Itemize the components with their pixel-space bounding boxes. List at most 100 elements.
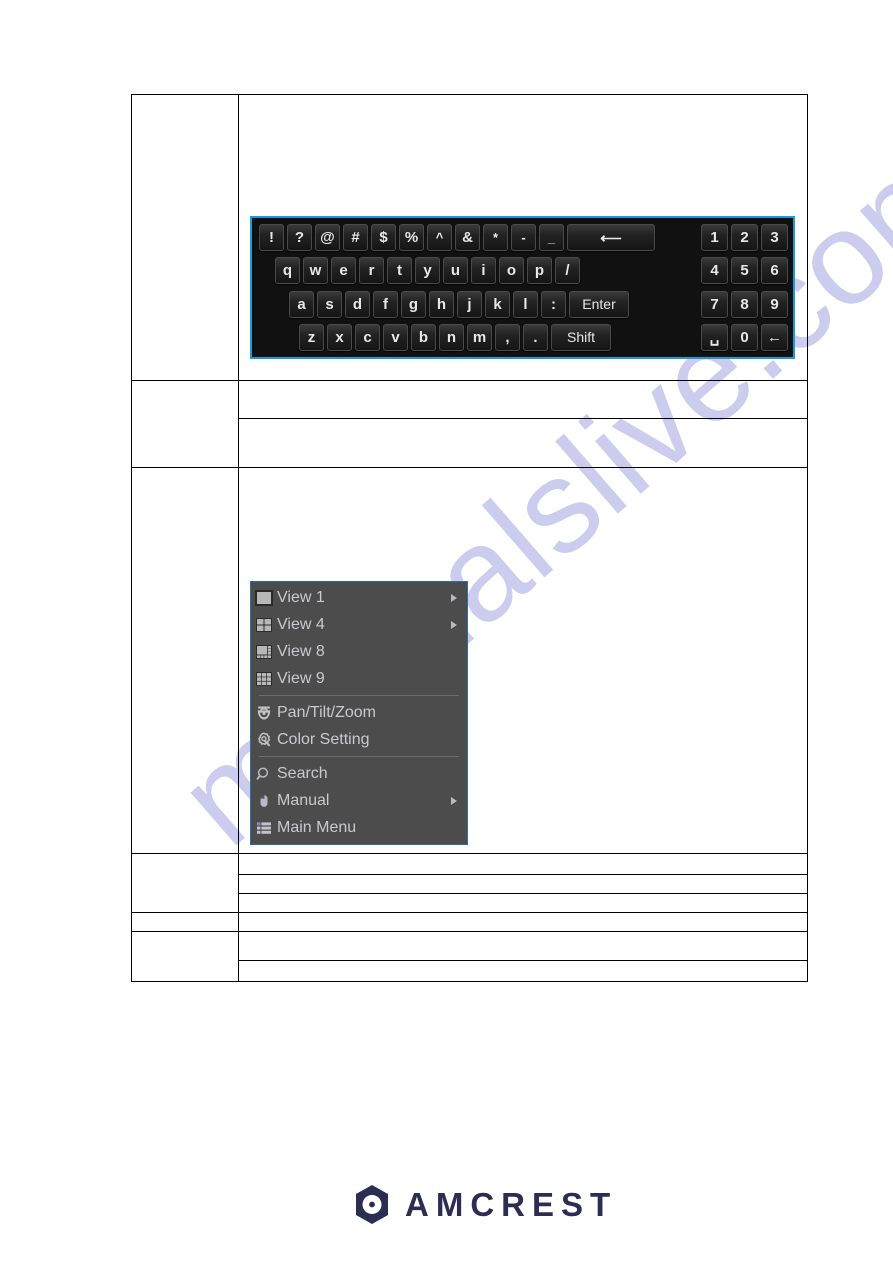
- key-num-0[interactable]: 0: [731, 323, 758, 351]
- key-l[interactable]: l: [513, 290, 538, 318]
- key-shift[interactable]: Shift: [551, 323, 611, 351]
- key-num-2[interactable]: 2: [731, 224, 758, 251]
- menu-item-label: View 9: [277, 669, 325, 687]
- menu-item-view-4[interactable]: View 4: [251, 611, 467, 638]
- cell-text: [239, 875, 807, 881]
- cell-text: [239, 854, 807, 860]
- key-q[interactable]: q: [275, 257, 300, 285]
- numpad-row-1: 1 2 3: [701, 224, 788, 251]
- key-c[interactable]: c: [355, 323, 380, 351]
- key-j[interactable]: j: [457, 290, 482, 318]
- key-question[interactable]: ?: [287, 224, 312, 251]
- key-num-1[interactable]: 1: [701, 224, 728, 251]
- key-num-6[interactable]: 6: [761, 257, 788, 285]
- key-underscore[interactable]: _: [539, 224, 564, 251]
- key-num-3[interactable]: 3: [761, 224, 788, 251]
- nvr-context-menu[interactable]: View 1 View 4 View 8 View 9 Pan/Tilt/Zoo…: [250, 581, 468, 845]
- cell-text: [239, 961, 807, 967]
- table-cell-left: [131, 380, 239, 468]
- key-e[interactable]: e: [331, 257, 356, 285]
- key-d[interactable]: d: [345, 290, 370, 318]
- table-cell-right: ! ? @ # $ % ^ & * - _ ⟵ q w e r t y u i …: [238, 94, 808, 381]
- menu-item-label: View 4: [277, 615, 325, 633]
- key-t[interactable]: t: [387, 257, 412, 285]
- table-row: [131, 380, 808, 468]
- table-row: [131, 912, 808, 932]
- footer-logo: AMCREST: [352, 1183, 617, 1226]
- table-cell-right: [238, 853, 808, 875]
- key-i[interactable]: i: [471, 257, 496, 285]
- menu-item-label: Manual: [277, 791, 330, 809]
- key-numpad-backspace[interactable]: ←: [761, 323, 788, 351]
- key-at[interactable]: @: [315, 224, 340, 251]
- menu-item-main-menu[interactable]: Main Menu: [251, 814, 467, 841]
- menu-item-pan-tilt-zoom[interactable]: Pan/Tilt/Zoom: [251, 699, 467, 726]
- view1-icon: [255, 589, 273, 606]
- key-exclamation[interactable]: !: [259, 224, 284, 251]
- key-space[interactable]: ␣: [701, 323, 728, 351]
- key-k[interactable]: k: [485, 290, 510, 318]
- keyboard-main-block: ! ? @ # $ % ^ & * - _ ⟵ q w e r t y u i …: [257, 224, 693, 351]
- key-percent[interactable]: %: [399, 224, 424, 251]
- key-r[interactable]: r: [359, 257, 384, 285]
- key-num-9[interactable]: 9: [761, 290, 788, 318]
- key-hyphen[interactable]: -: [511, 224, 536, 251]
- menu-item-view-9[interactable]: View 9: [251, 665, 467, 692]
- key-h[interactable]: h: [429, 290, 454, 318]
- key-ampersand[interactable]: &: [455, 224, 480, 251]
- table-cell-left: [131, 853, 239, 913]
- key-g[interactable]: g: [401, 290, 426, 318]
- menu-item-manual[interactable]: Manual: [251, 787, 467, 814]
- menu-divider: [259, 756, 459, 757]
- key-period[interactable]: .: [523, 323, 548, 351]
- key-num-4[interactable]: 4: [701, 257, 728, 285]
- table-row: View 1 View 4 View 8 View 9 Pan/Tilt/Zoo…: [131, 467, 808, 854]
- menu-item-view-1[interactable]: View 1: [251, 584, 467, 611]
- menu-item-view-8[interactable]: View 8: [251, 638, 467, 665]
- numpad-row-2: 4 5 6: [701, 257, 788, 285]
- key-x[interactable]: x: [327, 323, 352, 351]
- key-a[interactable]: a: [289, 290, 314, 318]
- cell-text: [132, 854, 238, 860]
- key-slash[interactable]: /: [555, 257, 580, 285]
- key-y[interactable]: y: [415, 257, 440, 285]
- cell-text: [239, 381, 807, 387]
- key-o[interactable]: o: [499, 257, 524, 285]
- key-caret[interactable]: ^: [427, 224, 452, 251]
- key-u[interactable]: u: [443, 257, 468, 285]
- manual-table: ! ? @ # $ % ^ & * - _ ⟵ q w e r t y u i …: [131, 94, 808, 982]
- cell-text: [239, 894, 807, 900]
- table-cell-right: View 1 View 4 View 8 View 9 Pan/Tilt/Zoo…: [238, 467, 808, 854]
- key-num-8[interactable]: 8: [731, 290, 758, 318]
- menu-divider: [259, 695, 459, 696]
- chevron-right-icon: [451, 620, 457, 629]
- key-asterisk[interactable]: *: [483, 224, 508, 251]
- key-z[interactable]: z: [299, 323, 324, 351]
- key-w[interactable]: w: [303, 257, 328, 285]
- key-m[interactable]: m: [467, 323, 492, 351]
- key-enter[interactable]: Enter: [569, 290, 629, 318]
- key-p[interactable]: p: [527, 257, 552, 285]
- menu-item-label: Main Menu: [277, 818, 357, 836]
- table-row: [131, 853, 808, 913]
- key-n[interactable]: n: [439, 323, 464, 351]
- cell-text: [239, 913, 807, 919]
- key-f[interactable]: f: [373, 290, 398, 318]
- table-cell-left: [131, 912, 239, 932]
- menu-item-color-setting[interactable]: Color Setting: [251, 726, 467, 753]
- key-comma[interactable]: ,: [495, 323, 520, 351]
- chevron-right-icon: [451, 593, 457, 602]
- key-num-5[interactable]: 5: [731, 257, 758, 285]
- key-b[interactable]: b: [411, 323, 436, 351]
- key-colon[interactable]: :: [541, 290, 566, 318]
- view4-icon: [255, 617, 273, 633]
- key-num-7[interactable]: 7: [701, 290, 728, 318]
- menu-item-search[interactable]: Search: [251, 760, 467, 787]
- key-backspace[interactable]: ⟵: [567, 224, 655, 251]
- virtual-keyboard[interactable]: ! ? @ # $ % ^ & * - _ ⟵ q w e r t y u i …: [250, 216, 795, 359]
- key-s[interactable]: s: [317, 290, 342, 318]
- cell-text: [132, 932, 238, 938]
- key-dollar[interactable]: $: [371, 224, 396, 251]
- key-hash[interactable]: #: [343, 224, 368, 251]
- key-v[interactable]: v: [383, 323, 408, 351]
